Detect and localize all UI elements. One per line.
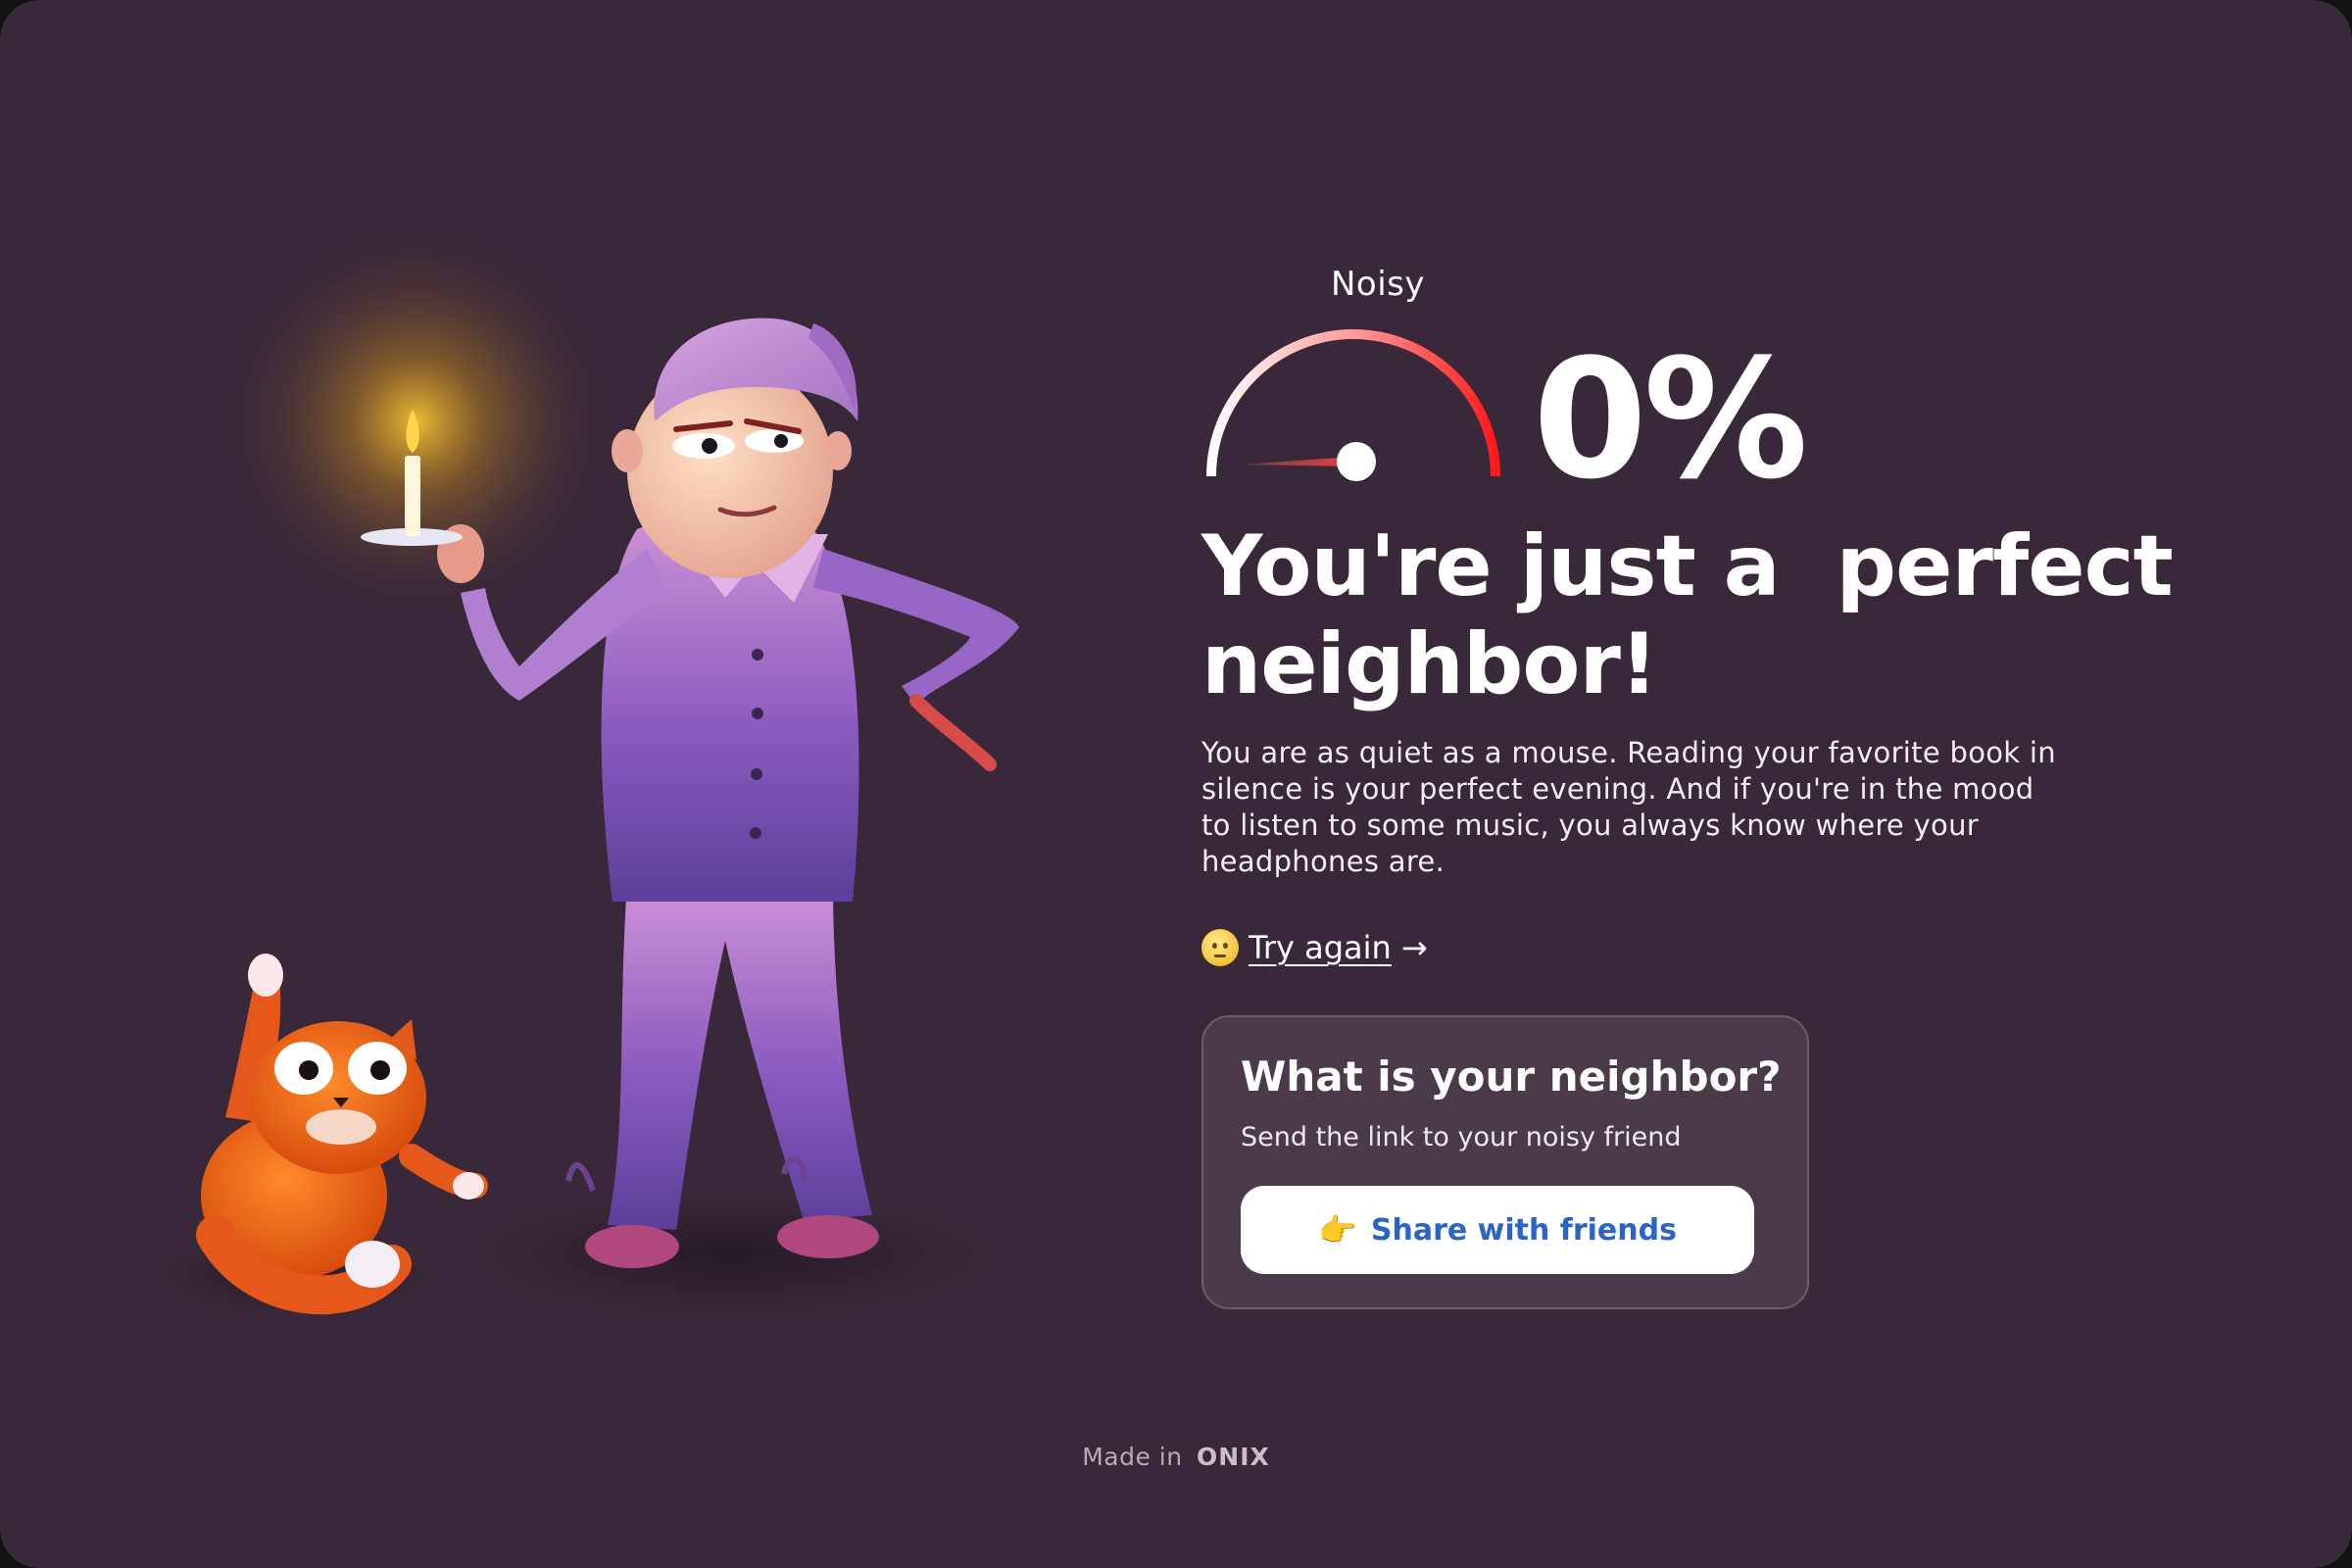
try-again-link[interactable]: Try again → [1201, 929, 1428, 966]
gauge-svg [1206, 329, 1500, 481]
try-again-label: Try again [1249, 929, 1392, 966]
neutral-face-emoji-icon [1201, 929, 1239, 966]
gauge-label: Noisy [1330, 265, 1426, 304]
left-slipper [585, 1225, 679, 1268]
right-slipper [777, 1215, 879, 1258]
share-with-friends-button[interactable]: 👉 Share with friends [1241, 1186, 1754, 1274]
candle [405, 456, 420, 536]
share-card-subtitle: Send the link to your noisy friend [1241, 1122, 1682, 1152]
hero-illustration [0, 0, 1127, 1568]
result-description: You are as quiet as a mouse. Reading you… [1201, 736, 2056, 878]
man-shadow [475, 1196, 985, 1313]
noise-percent: 0% [1533, 323, 1808, 515]
share-card-title: What is your neighbor? [1241, 1053, 1782, 1101]
result-headline: You're just a perfect neighbor! [1201, 517, 2201, 713]
noise-gauge [1201, 310, 1515, 486]
share-card: What is your neighbor? Send the link to … [1201, 1015, 1809, 1309]
illustration-svg [157, 225, 1019, 1315]
gauge-needle [1241, 457, 1353, 466]
footer-brand-logo[interactable]: ONIX [1197, 1443, 1270, 1471]
footer-made-in: Made in [1082, 1443, 1183, 1471]
pointing-hand-icon: 👉 [1318, 1211, 1357, 1249]
footer: Made in ONIX [0, 1443, 2352, 1471]
man-legs [608, 882, 872, 1230]
app-frame: Noisy 0% You're just a perfect neighbor!… [0, 0, 2352, 1568]
share-button-label: Share with friends [1370, 1212, 1677, 1248]
gauge-hub [1337, 442, 1376, 481]
arrow-right-icon: → [1400, 929, 1428, 966]
